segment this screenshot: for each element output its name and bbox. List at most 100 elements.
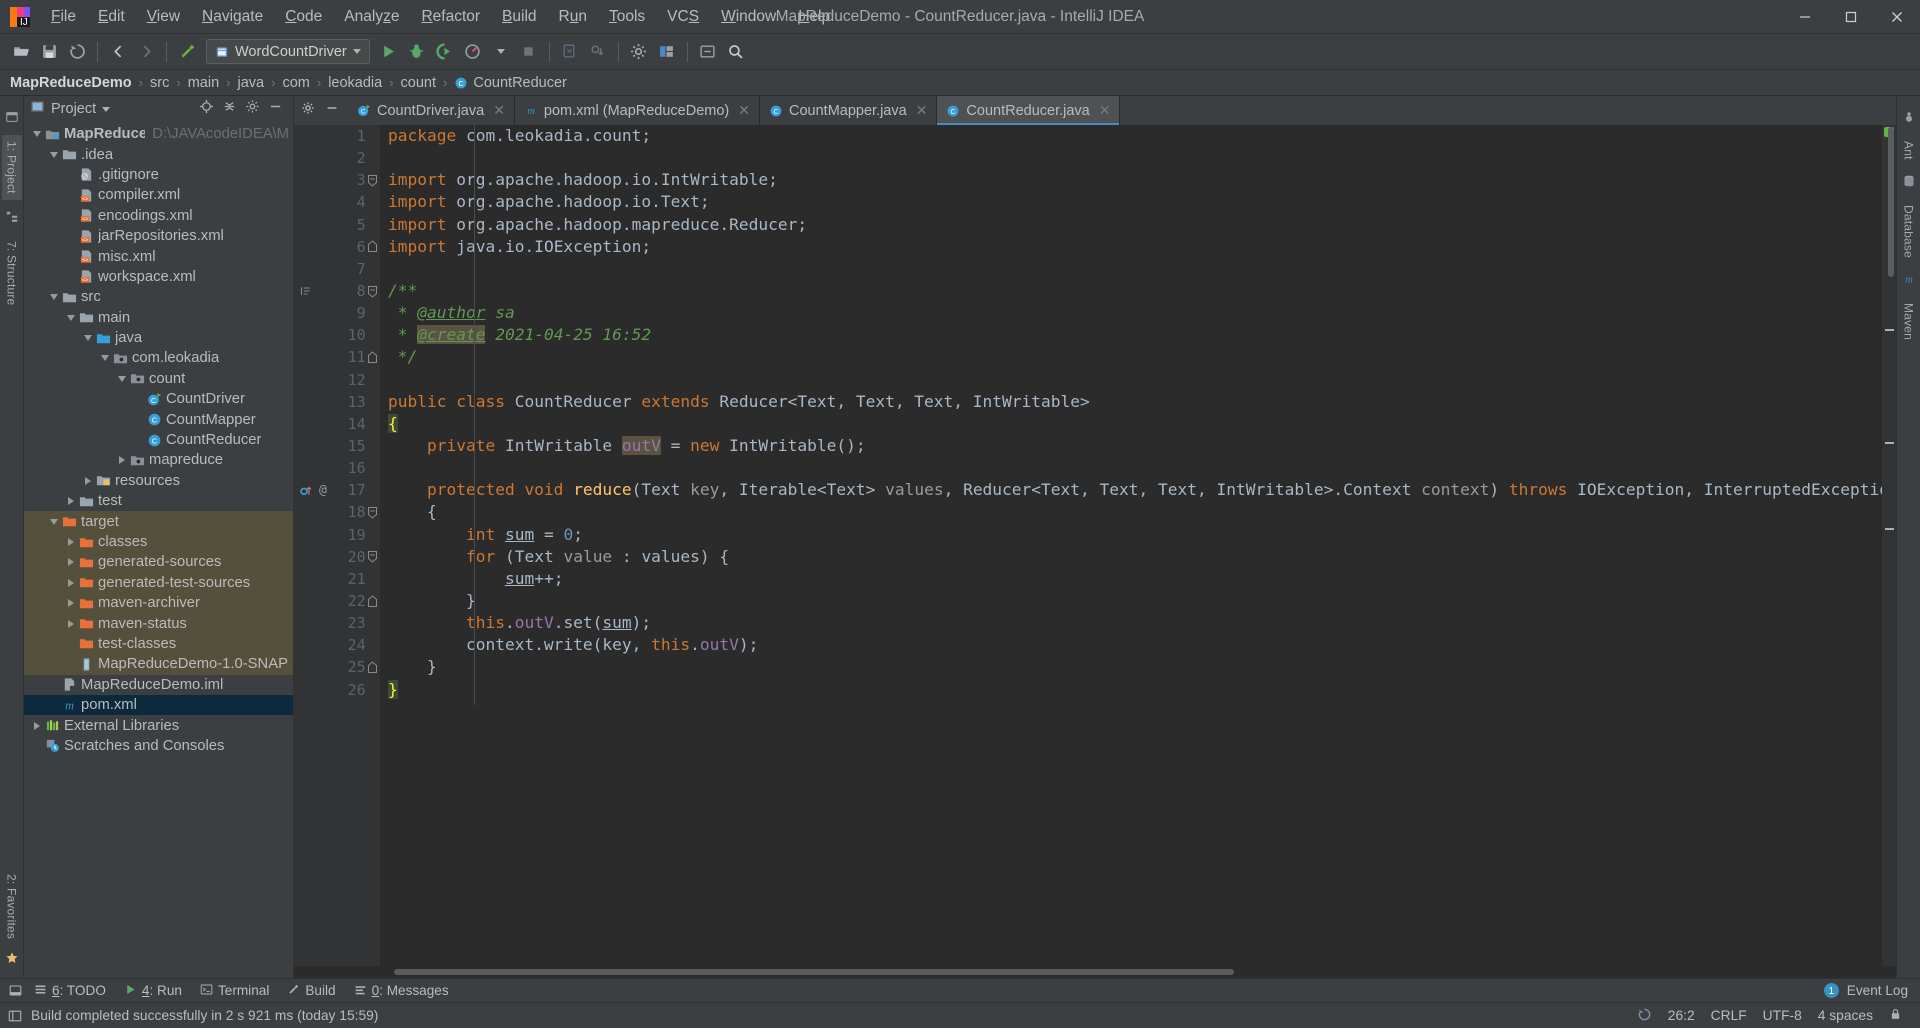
tree-node-countdriver[interactable]: C CountDriver xyxy=(24,389,293,409)
menu-help[interactable]: Help xyxy=(787,2,841,32)
gutter-line[interactable]: 14 xyxy=(294,413,380,435)
code-line[interactable]: * @author sa xyxy=(388,302,1882,324)
fold-collapse-icon[interactable] xyxy=(366,550,380,563)
tree-node-target[interactable]: target xyxy=(24,511,293,532)
collapse-all-icon[interactable] xyxy=(222,99,237,119)
documentation-icon[interactable] xyxy=(294,285,335,297)
chevron-down-icon[interactable] xyxy=(115,375,128,382)
tree-node-src[interactable]: src xyxy=(24,287,293,307)
gutter-line[interactable]: 21 xyxy=(294,568,380,590)
chevron-down-icon[interactable] xyxy=(352,49,361,54)
tree-node-count[interactable]: count xyxy=(24,369,293,389)
code-line[interactable]: { xyxy=(388,413,1882,435)
gutter-line[interactable]: 10 xyxy=(294,324,380,346)
chevron-right-icon[interactable] xyxy=(64,558,77,567)
tree-node-countmapper[interactable]: C CountMapper xyxy=(24,409,293,429)
code-line[interactable]: /** xyxy=(388,280,1882,302)
sidebar-tab-maven[interactable]: Maven xyxy=(1899,297,1919,346)
forward-arrow-icon[interactable] xyxy=(133,39,159,65)
gutter-line[interactable]: 9 xyxy=(294,302,380,324)
code-line[interactable] xyxy=(388,457,1882,479)
tree-node-mapreducedemo-iml[interactable]: MapReduceDemo.iml xyxy=(24,675,293,695)
tree-node-misc-xml[interactable]: <> misc.xml xyxy=(24,246,293,266)
run-coverage-icon[interactable] xyxy=(432,39,458,65)
settings-gear-icon[interactable] xyxy=(626,39,652,65)
gutter-line[interactable]: 23 xyxy=(294,612,380,634)
chevron-right-icon[interactable] xyxy=(64,538,77,546)
chevron-down-icon[interactable] xyxy=(47,151,60,158)
menu-file[interactable]: File xyxy=(40,2,87,32)
tree-node-jarrepositories-xml[interactable]: <> jarRepositories.xml xyxy=(24,226,293,246)
breadcrumb-item-class[interactable]: CountReducer xyxy=(473,75,567,91)
code-line[interactable]: } xyxy=(388,679,1882,701)
chevron-down-icon[interactable] xyxy=(102,106,111,112)
chevron-right-icon[interactable] xyxy=(81,476,94,485)
code-line[interactable]: package com.leokadia.count; xyxy=(388,125,1882,147)
gutter-line[interactable]: 18 xyxy=(294,501,380,523)
gutter-line[interactable]: 1 xyxy=(294,125,380,147)
open-folder-icon[interactable] xyxy=(8,39,34,65)
gutter-line[interactable]: 19 xyxy=(294,524,380,546)
tree-node-test[interactable]: test xyxy=(24,491,293,511)
profiler-dropdown-icon[interactable] xyxy=(488,39,514,65)
favorites-star-icon[interactable] xyxy=(5,951,19,970)
code-line[interactable]: public class CountReducer extends Reduce… xyxy=(388,391,1882,413)
gutter-line[interactable]: 20 xyxy=(294,546,380,568)
file-encoding[interactable]: UTF-8 xyxy=(1763,1008,1802,1023)
chevron-down-icon[interactable] xyxy=(47,518,60,525)
editor-tab-countdriver[interactable]: C CountDriver.java ✕ xyxy=(348,96,515,125)
tree-node-maven-status[interactable]: maven-status xyxy=(24,613,293,634)
gutter-line[interactable]: 26 xyxy=(294,679,380,701)
gutter-line[interactable]: 5 xyxy=(294,214,380,236)
indent-setting[interactable]: 4 spaces xyxy=(1818,1008,1873,1023)
menu-vcs[interactable]: VCS xyxy=(656,2,710,32)
tree-node-classes[interactable]: classes xyxy=(24,531,293,553)
tool-window-run[interactable]: 4: Run xyxy=(116,981,190,1001)
tree-node-test-classes[interactable]: test-classes xyxy=(24,633,293,655)
build-hammer-icon[interactable] xyxy=(174,39,200,65)
fold-end-icon[interactable] xyxy=(366,351,380,364)
breadcrumb-item-project[interactable]: MapReduceDemo xyxy=(10,75,132,91)
code-line[interactable]: * @create 2021-04-25 16:52 xyxy=(388,324,1882,346)
maximize-button[interactable] xyxy=(1828,0,1874,34)
project-rail-icon[interactable] xyxy=(5,110,19,129)
chevron-down-icon[interactable] xyxy=(64,314,77,321)
chevron-right-icon[interactable] xyxy=(115,456,128,465)
event-log-label[interactable]: Event Log xyxy=(1847,983,1908,998)
breadcrumb-item-main[interactable]: main xyxy=(188,75,219,91)
breadcrumb-item-leokadia[interactable]: leokadia xyxy=(328,75,382,91)
sidebar-tab-project[interactable]: 1: Project xyxy=(1,135,22,200)
tool-window-todo[interactable]: 6: TODO xyxy=(26,981,114,1001)
gutter-line[interactable]: 3 xyxy=(294,169,380,191)
chevron-down-icon[interactable] xyxy=(81,335,94,342)
menu-edit[interactable]: Edit xyxy=(87,2,136,32)
breadcrumb-item-com[interactable]: com xyxy=(282,75,309,91)
gutter-line[interactable]: 15 xyxy=(294,435,380,457)
gutter-line[interactable]: 12 xyxy=(294,369,380,391)
run-icon[interactable] xyxy=(376,39,402,65)
tree-node-scratches-and-consoles[interactable]: Scratches and Consoles xyxy=(24,736,293,756)
editor-tab-pomxml[interactable]: m pom.xml (MapReduceDemo) ✕ xyxy=(514,96,760,125)
editor-gutter[interactable]: 1 2 3 4 5 6 7 8 9 10 11 12 13 14 15 16 @17 18 19 20 21 22 23 24… xyxy=(294,125,380,966)
gutter-line[interactable]: @17 xyxy=(294,479,380,501)
close-button[interactable] xyxy=(1874,0,1920,34)
save-all-icon[interactable] xyxy=(36,39,62,65)
code-line[interactable]: this.outV.set(sum); xyxy=(388,612,1882,634)
fold-end-icon[interactable] xyxy=(366,594,380,608)
update-project-icon[interactable] xyxy=(557,39,583,65)
chevron-right-icon[interactable] xyxy=(30,721,43,730)
close-icon[interactable]: ✕ xyxy=(1099,102,1111,119)
chevron-down-icon[interactable] xyxy=(98,355,111,362)
caret-position[interactable]: 26:2 xyxy=(1668,1008,1695,1023)
code-line[interactable]: private IntWritable outV = new IntWritab… xyxy=(388,435,1882,457)
fold-collapse-icon[interactable] xyxy=(366,174,380,187)
stop-icon[interactable] xyxy=(516,39,542,65)
ant-icon[interactable] xyxy=(1902,110,1916,129)
structure-rail-icon[interactable] xyxy=(5,210,19,229)
editor-horizontal-scrollbar[interactable] xyxy=(294,966,1896,978)
fold-collapse-icon[interactable] xyxy=(366,506,380,519)
fold-end-icon[interactable] xyxy=(366,240,380,253)
tree-node-resources[interactable]: resources xyxy=(24,471,293,491)
menu-view[interactable]: View xyxy=(136,2,191,32)
gutter-line[interactable]: 2 xyxy=(294,147,380,169)
